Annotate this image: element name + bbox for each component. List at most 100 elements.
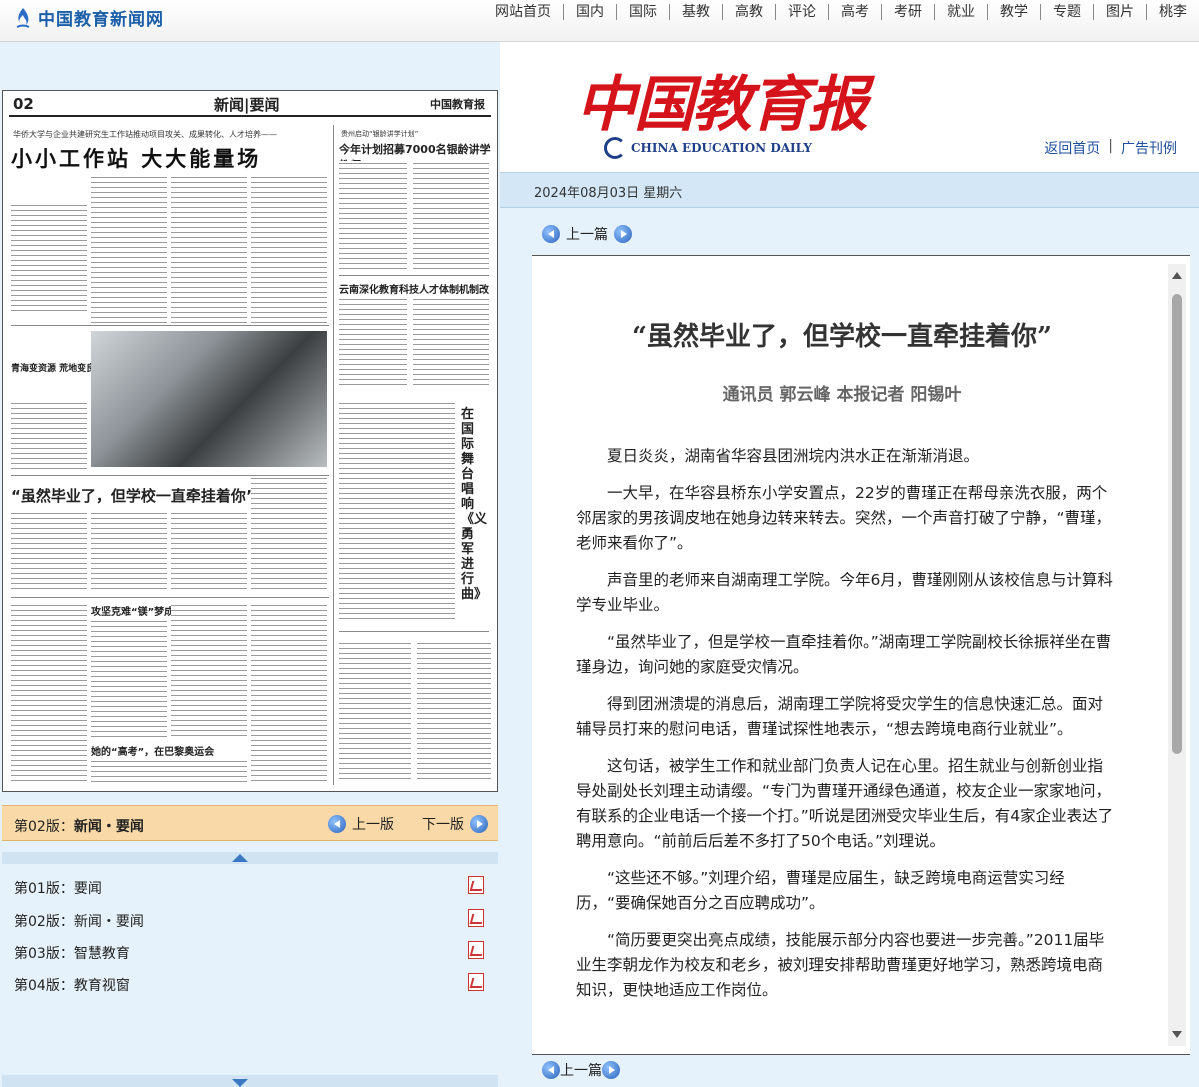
current-page-label: 第02版：新闻・要闻 xyxy=(14,819,144,835)
nav-item-pictures[interactable]: 图片 xyxy=(1093,4,1146,20)
nav-item-commentary[interactable]: 评论 xyxy=(775,4,828,20)
arrow-up-icon xyxy=(542,1061,560,1079)
prev-page-label: 上一版 xyxy=(352,817,394,833)
article-paragraph: 这句话，被学生工作和就业部门负责人记在心里。招生就业与创新创业指导处副处长刘理主… xyxy=(576,757,1114,850)
article-paragraph: “虽然毕业了，但是学校一直牵挂着你。”湖南理工学院副校长徐振祥坐在曹瑾身边，询问… xyxy=(576,633,1112,676)
edition-item-03[interactable]: 第03版：智慧教育 xyxy=(14,943,130,963)
text-column xyxy=(417,641,491,783)
text-column xyxy=(251,175,327,325)
back-home-link[interactable]: 返回首页 xyxy=(1044,138,1100,158)
story4-headline[interactable]: “虽然毕业了，但学校一直牵挂着你” xyxy=(11,485,256,506)
globe-logo-icon xyxy=(604,137,626,159)
pdf-icon[interactable] xyxy=(468,973,484,991)
text-column xyxy=(339,161,407,273)
prev-article-button[interactable]: 上一篇 xyxy=(542,224,632,244)
nav-item-home[interactable]: 网站首页 xyxy=(483,4,563,20)
prev-article-label-bottom: 上一篇 xyxy=(560,1063,602,1079)
nav-item-basic-education[interactable]: 基教 xyxy=(669,4,722,20)
scroll-up-arrow-icon[interactable] xyxy=(2,852,498,864)
section-rule xyxy=(339,631,489,632)
scroll-up-icon[interactable] xyxy=(1172,272,1182,279)
text-column xyxy=(91,511,167,591)
edition-item-01[interactable]: 第01版：要闻 xyxy=(14,878,102,898)
page-brand: 中国教育报 xyxy=(430,98,485,111)
arrow-right-icon xyxy=(470,815,488,833)
vertical-headline[interactable]: 在国际舞台唱响《义勇军进行曲》 xyxy=(461,407,487,602)
masthead-links: 返回首页 | 广告刊例 xyxy=(1044,138,1177,158)
story-kicker: 华侨大学与企业共建研究生工作站推动项目攻关、成果转化、人才培养—— xyxy=(13,130,277,139)
lab-photo xyxy=(91,331,327,467)
main-nav: 网站首页 国内 国际 基教 高教 评论 高考 考研 就业 教学 专题 图片 桃李 xyxy=(483,4,1199,20)
page-navigation-bar: 第02版：新闻・要闻 上一版 下一版 xyxy=(2,805,498,841)
section-rule xyxy=(11,325,329,326)
article-content[interactable]: “虽然毕业了，但学校一直牵挂着你” 通讯员 郭云峰 本报记者 阳锡叶 夏日炎炎，… xyxy=(532,256,1190,1054)
article-paragraph: 声音里的老师来自湖南理工学院。今年6月，曹瑾刚刚从该校信息与计算科学专业毕业。 xyxy=(576,571,1113,614)
scrollbar-thumb[interactable] xyxy=(1172,294,1182,754)
story-headline[interactable]: 小小工作站 大大能量场 xyxy=(11,143,261,173)
pdf-icon[interactable] xyxy=(468,876,484,894)
nav-item-teaching[interactable]: 教学 xyxy=(987,4,1040,20)
scroll-down-icon[interactable] xyxy=(1172,1031,1182,1038)
nav-item-gaokao[interactable]: 高考 xyxy=(828,4,881,20)
flame-logo-icon xyxy=(16,7,30,28)
nav-item-topics[interactable]: 专题 xyxy=(1040,4,1093,20)
section-rule xyxy=(339,275,489,276)
nav-item-employment[interactable]: 就业 xyxy=(934,4,987,20)
text-column xyxy=(91,175,167,325)
edition-item-04[interactable]: 第04版：教育视窗 xyxy=(14,975,130,995)
article-author: 通讯员 郭云峰 本报记者 阳锡叶 xyxy=(722,385,962,405)
text-column xyxy=(339,401,455,621)
page-header: 02 新闻|要闻 中国教育报 xyxy=(9,91,491,117)
nav-item-domestic[interactable]: 国内 xyxy=(563,4,616,20)
section-rule xyxy=(11,475,329,476)
ad-rates-link[interactable]: 广告刊例 xyxy=(1121,138,1177,158)
text-column xyxy=(11,401,87,471)
newspaper-name: 中国教育报 xyxy=(576,70,868,140)
prev-page-button[interactable]: 上一版 xyxy=(328,814,394,834)
newspaper-page-image[interactable]: 02 新闻|要闻 中国教育报 华侨大学与企业共建研究生工作站推动项目攻关、成果转… xyxy=(2,90,498,792)
text-column xyxy=(339,297,407,387)
article-paragraph: “简历要更突出亮点成绩，技能展示部分内容也要进一步完善。”2011届毕业生李朝龙… xyxy=(576,931,1105,999)
scroll-down-arrow-icon[interactable] xyxy=(2,1075,498,1087)
issue-date: 2024年08月03日 星期六 xyxy=(534,186,683,201)
nav-item-international[interactable]: 国际 xyxy=(616,4,669,20)
article-paragraph: “这些还不够。”刘理介绍，曹瑾是应届生，缺乏跨境电商运营实习经历，“要确保她百分… xyxy=(576,869,1065,912)
pdf-icon[interactable] xyxy=(468,909,484,927)
nav-item-kaoyan[interactable]: 考研 xyxy=(881,4,934,20)
story6-headline[interactable]: 她的“高考”，在巴黎奥运会 xyxy=(91,743,214,758)
arrow-left-icon xyxy=(328,815,346,833)
prev-article-button-bottom[interactable]: 上一篇 xyxy=(542,1060,620,1080)
text-column xyxy=(339,641,411,783)
edition-item-02[interactable]: 第02版：新闻・要闻 xyxy=(14,911,144,931)
text-column xyxy=(171,175,247,325)
site-logo-text: 中国教育新闻网 xyxy=(38,10,164,30)
text-column xyxy=(11,511,87,591)
nav-item-taoli[interactable]: 桃李 xyxy=(1146,4,1199,20)
top-bar: 中国教育新闻网 网站首页 国内 国际 基教 高教 评论 高考 考研 就业 教学 … xyxy=(0,0,1199,42)
page-section-title: 新闻|要闻 xyxy=(214,96,280,114)
nav-item-higher-education[interactable]: 高教 xyxy=(722,4,775,20)
pdf-icon[interactable] xyxy=(468,941,484,959)
article-scrollbar[interactable] xyxy=(1168,264,1186,1046)
text-column xyxy=(91,759,247,783)
text-column xyxy=(11,203,87,313)
link-separator: | xyxy=(1108,138,1113,154)
text-column xyxy=(91,619,167,739)
text-column xyxy=(413,297,489,387)
prev-article-label: 上一篇 xyxy=(566,227,608,243)
next-page-button[interactable]: 下一版 xyxy=(422,814,488,834)
story2-kicker: 贵州启动“银龄讲学计划” xyxy=(341,130,419,138)
article-title: “虽然毕业了，但学校一直牵挂着你” xyxy=(632,322,1052,352)
column-rule xyxy=(333,125,334,785)
newspaper-name-en: CHINA EDUCATION DAILY xyxy=(604,137,812,159)
arrow-up-icon xyxy=(542,225,560,243)
article-nav-bottom: 上一篇 xyxy=(532,1054,1190,1087)
text-column xyxy=(171,511,247,591)
arrow-down-icon xyxy=(614,225,632,243)
site-logo[interactable]: 中国教育新闻网 xyxy=(14,5,164,30)
next-page-label: 下一版 xyxy=(422,817,464,833)
left-column: 02 新闻|要闻 中国教育报 华侨大学与企业共建研究生工作站推动项目攻关、成果转… xyxy=(0,42,500,1087)
article-paragraph: 得到团洲溃堤的消息后，湖南理工学院将受灾学生的信息快速汇总。面对辅导员打来的慰问… xyxy=(576,695,1104,738)
article-paragraph: 一大早，在华容县桥东小学安置点，22岁的曹瑾正在帮母亲洗衣服，两个邻居家的男孩调… xyxy=(576,484,1112,552)
article-paragraph: 夏日炎炎，湖南省华容县团洲垸内洪水正在渐渐消退。 xyxy=(607,447,980,465)
